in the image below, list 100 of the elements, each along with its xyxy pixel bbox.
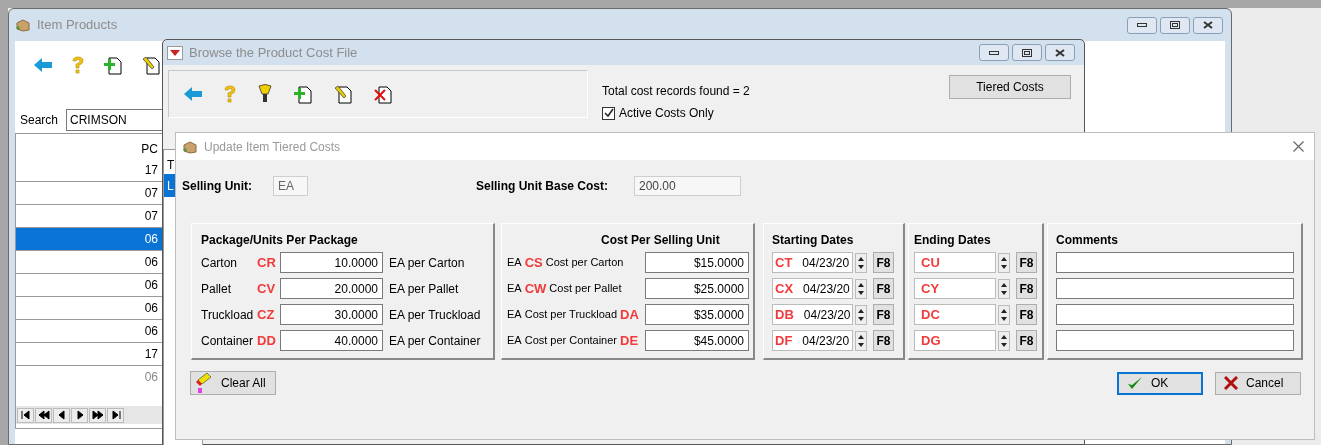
comment-field[interactable] bbox=[1056, 304, 1294, 325]
date-field[interactable]: CT 04/23/20 bbox=[772, 252, 853, 273]
checkbox[interactable] bbox=[602, 106, 615, 120]
selling-unit-label: Selling Unit: bbox=[182, 178, 253, 195]
f8-button[interactable]: F8 bbox=[1016, 304, 1037, 325]
unit-label: EA bbox=[507, 333, 522, 349]
delete-document-icon[interactable] bbox=[373, 84, 393, 104]
maximize-button[interactable] bbox=[1160, 16, 1190, 34]
minimize-button[interactable] bbox=[1127, 16, 1157, 34]
f8-button[interactable]: F8 bbox=[1016, 330, 1037, 351]
spin-buttons[interactable] bbox=[855, 304, 867, 325]
date-field[interactable]: DF 04/23/20 bbox=[772, 330, 853, 351]
minimize-button[interactable] bbox=[979, 44, 1009, 61]
spin-buttons[interactable] bbox=[855, 330, 867, 351]
add-document-icon[interactable] bbox=[293, 84, 313, 104]
clear-all-button[interactable]: Clear All bbox=[190, 371, 276, 395]
edit-document-icon[interactable] bbox=[333, 84, 353, 104]
date-field[interactable]: DG bbox=[914, 330, 996, 351]
currency-field[interactable]: $45.0000 bbox=[645, 330, 749, 351]
flashlight-icon[interactable] bbox=[257, 84, 273, 104]
checkbox-label: Active Costs Only bbox=[619, 105, 714, 122]
close-button[interactable] bbox=[1193, 16, 1223, 34]
f8-button[interactable]: F8 bbox=[873, 278, 894, 299]
row-label: Cost per Pallet bbox=[549, 281, 622, 297]
package-icon bbox=[182, 139, 198, 154]
unit-label: EA per Truckload bbox=[389, 306, 481, 324]
comment-field[interactable] bbox=[1056, 252, 1294, 273]
maximize-icon bbox=[1170, 21, 1180, 29]
f8-button[interactable]: F8 bbox=[1016, 252, 1037, 273]
field-code: CR bbox=[257, 253, 277, 272]
number-field[interactable]: 40.0000 bbox=[280, 330, 383, 351]
f8-button[interactable]: F8 bbox=[873, 330, 894, 351]
spin-buttons[interactable] bbox=[998, 330, 1010, 351]
date-field[interactable]: DB 04/23/20 bbox=[772, 304, 853, 325]
close-button[interactable] bbox=[1045, 44, 1075, 61]
unit-label: EA bbox=[507, 255, 522, 271]
spin-buttons[interactable] bbox=[855, 252, 867, 273]
field-code: CV bbox=[257, 279, 277, 298]
tiered-costs-button[interactable]: Tiered Costs bbox=[949, 75, 1071, 99]
base-cost-label: Selling Unit Base Cost: bbox=[476, 178, 610, 195]
first-page-icon bbox=[19, 409, 32, 421]
field-code: CT bbox=[775, 253, 793, 272]
table-cell-text: 07 bbox=[144, 208, 158, 225]
cancel-button[interactable]: Cancel bbox=[1215, 371, 1301, 395]
ok-button[interactable]: OK bbox=[1117, 371, 1203, 395]
date-field[interactable]: DC bbox=[914, 304, 996, 325]
field-code: DB bbox=[775, 305, 794, 324]
next-button[interactable] bbox=[71, 407, 88, 423]
date-field[interactable]: CY bbox=[914, 278, 996, 299]
field-value: 04/23/20 bbox=[803, 280, 850, 298]
dialog-title: Update Item Tiered Costs bbox=[204, 138, 341, 156]
back-arrow-icon[interactable] bbox=[183, 86, 203, 102]
record-count: Total cost records found = 2 bbox=[602, 83, 750, 100]
spin-buttons[interactable] bbox=[855, 278, 867, 299]
field-code: CU bbox=[921, 253, 940, 272]
back-arrow-icon[interactable] bbox=[33, 57, 53, 73]
comment-field[interactable] bbox=[1056, 278, 1294, 299]
currency-field[interactable]: $35.0000 bbox=[645, 304, 749, 325]
f8-button[interactable]: F8 bbox=[873, 304, 894, 325]
group-title: Starting Dates bbox=[772, 232, 855, 249]
number-field[interactable]: 20.0000 bbox=[280, 278, 383, 299]
base-cost-field[interactable]: 200.00 bbox=[634, 176, 741, 196]
selling-unit-field[interactable]: EA bbox=[273, 176, 308, 196]
eraser-icon bbox=[195, 372, 213, 394]
edit-document-icon[interactable] bbox=[141, 55, 161, 75]
close-icon bbox=[1292, 141, 1304, 152]
package-icon bbox=[15, 18, 31, 32]
spin-buttons[interactable] bbox=[998, 304, 1010, 325]
number-field[interactable]: 30.0000 bbox=[280, 304, 383, 325]
spin-buttons[interactable] bbox=[998, 278, 1010, 299]
cross-icon bbox=[1224, 376, 1238, 390]
add-document-icon[interactable] bbox=[103, 55, 123, 75]
field-value: $15.0000 bbox=[693, 254, 744, 272]
row-label: Cost per Container bbox=[524, 333, 617, 349]
first-page-button[interactable] bbox=[17, 407, 34, 423]
field-code: DA bbox=[620, 305, 639, 324]
field-code: DE bbox=[620, 331, 639, 350]
next-page-button[interactable] bbox=[89, 407, 106, 423]
previous-page-button[interactable] bbox=[35, 407, 52, 423]
close-icon bbox=[1203, 21, 1213, 29]
currency-field[interactable]: $25.0000 bbox=[645, 278, 749, 299]
f8-button[interactable]: F8 bbox=[873, 252, 894, 273]
number-field[interactable]: 10.0000 bbox=[280, 252, 383, 273]
spin-buttons[interactable] bbox=[998, 252, 1010, 273]
currency-field[interactable]: $15.0000 bbox=[645, 252, 749, 273]
field-code: CX bbox=[775, 279, 794, 298]
date-field[interactable]: CU bbox=[914, 252, 996, 273]
group-title: Package/Units Per Package bbox=[201, 232, 359, 249]
previous-button[interactable] bbox=[53, 407, 70, 423]
field-value: 04/23/20 bbox=[803, 306, 851, 324]
last-page-button[interactable] bbox=[107, 407, 124, 423]
maximize-button[interactable] bbox=[1012, 44, 1042, 61]
date-field[interactable]: CX 04/23/20 bbox=[772, 278, 853, 299]
maximize-icon bbox=[1022, 48, 1032, 57]
column-header: PC bbox=[141, 141, 158, 158]
comment-field[interactable] bbox=[1056, 330, 1294, 351]
app-logo-icon bbox=[167, 45, 183, 60]
field-code: DG bbox=[921, 331, 941, 350]
f8-button[interactable]: F8 bbox=[1016, 278, 1037, 299]
field-value: 04/23/20 bbox=[802, 254, 850, 272]
